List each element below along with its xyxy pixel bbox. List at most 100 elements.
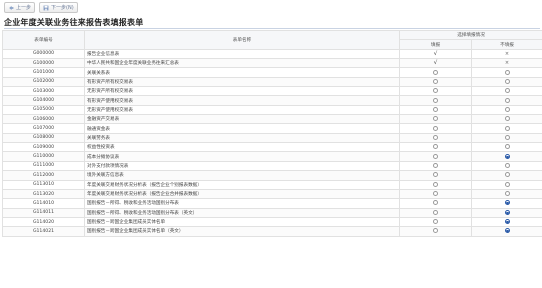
- no-fill-option-cell: [470, 179, 542, 190]
- table-row: G114011 国别报告－所得、税收和业务活动国别分布表（英文）: [2, 207, 542, 218]
- form-name-cell: 权益性投资表: [84, 142, 400, 153]
- no-fill-option-cell: [470, 188, 542, 200]
- header-form-code: 表单编号: [2, 30, 85, 50]
- no-fill-option-cell: [470, 114, 542, 125]
- form-name-cell: 报告企业信息表: [84, 48, 400, 60]
- no-fill-option-cell: [470, 207, 542, 218]
- form-code-cell: G113010: [2, 179, 85, 190]
- no-fill-radio[interactable]: [504, 153, 510, 159]
- prev-step-button[interactable]: 上一步: [4, 2, 36, 13]
- fill-option-cell: [399, 170, 472, 181]
- fill-option-cell: [399, 160, 472, 172]
- table-row: G114010 国别报告－所得、税收和业务活动国别分布表: [2, 198, 542, 209]
- form-code-cell: G106000: [2, 114, 85, 125]
- cross-icon: ×: [504, 60, 510, 67]
- fill-radio[interactable]: [433, 78, 438, 84]
- no-fill-option-cell: [470, 104, 542, 116]
- form-name-cell: 境外关联方信息表: [84, 170, 400, 181]
- no-fill-radio[interactable]: [504, 191, 510, 197]
- form-code-cell: G102000: [2, 76, 85, 88]
- no-fill-option-cell: [470, 198, 542, 209]
- no-fill-radio[interactable]: [504, 162, 510, 168]
- fill-radio[interactable]: [433, 97, 438, 103]
- form-name-cell: 年度关联交易财务状况分析表（报告企业个别报表数据）: [84, 179, 400, 190]
- table-row: G112000 境外关联方信息表: [2, 170, 542, 181]
- no-fill-option-cell: [470, 76, 542, 88]
- next-step-label: 下一步(N): [51, 5, 74, 11]
- fill-radio[interactable]: [433, 228, 438, 234]
- no-fill-radio[interactable]: [504, 181, 510, 187]
- fill-radio[interactable]: [433, 69, 438, 75]
- table-row: G105000 无形资产使用权交易表: [2, 104, 542, 116]
- fill-option-cell: [399, 86, 472, 97]
- no-fill-radio[interactable]: [504, 144, 510, 150]
- no-fill-radio[interactable]: [504, 116, 510, 122]
- form-name-cell: 关联劳务表: [84, 132, 400, 144]
- fill-option-cell: [399, 104, 472, 116]
- no-fill-radio[interactable]: [504, 125, 510, 131]
- form-code-cell: G114020: [2, 216, 85, 228]
- table-row: G108000 关联劳务表: [2, 132, 542, 144]
- table-row: G110000 成本分摊协议表: [2, 151, 542, 162]
- no-fill-radio[interactable]: [504, 69, 510, 75]
- form-name-cell: 金融资产交易表: [84, 114, 400, 125]
- form-code-cell: G113020: [2, 188, 85, 200]
- table-row: G102000 有形资产所有权交易表: [2, 76, 542, 88]
- fill-radio[interactable]: [433, 125, 438, 131]
- fill-radio[interactable]: [433, 144, 438, 150]
- fill-option-cell: [399, 132, 472, 144]
- no-fill-radio[interactable]: [504, 200, 510, 206]
- no-fill-radio[interactable]: [504, 172, 510, 178]
- no-fill-radio[interactable]: [504, 78, 510, 84]
- fill-radio[interactable]: [433, 153, 438, 159]
- form-code-cell: G110000: [2, 151, 85, 162]
- fill-radio[interactable]: [433, 134, 438, 140]
- form-code-cell: G104000: [2, 95, 85, 106]
- fill-option-cell: [399, 114, 472, 125]
- table-row: G100000 中华人民共和国企业年度关联业务往来汇总表 √ ×: [2, 58, 542, 69]
- fill-radio[interactable]: [433, 219, 438, 225]
- no-fill-radio[interactable]: [504, 219, 510, 225]
- fill-radio[interactable]: [433, 191, 438, 197]
- no-fill-option-cell: [470, 67, 542, 78]
- fill-radio[interactable]: [433, 106, 438, 112]
- no-fill-option-cell: [470, 86, 542, 97]
- form-code-cell: G103000: [2, 86, 85, 97]
- fill-radio[interactable]: [433, 172, 438, 178]
- table-row: G000000 报告企业信息表 √ ×: [2, 48, 542, 60]
- fill-radio[interactable]: [433, 116, 438, 122]
- next-step-button[interactable]: 下一步(N): [39, 2, 78, 13]
- table-row: G113010 年度关联交易财务状况分析表（报告企业个别报表数据）: [2, 179, 542, 190]
- fill-fixed-cell: √: [399, 48, 472, 60]
- form-code-cell: G108000: [2, 132, 85, 144]
- page-title: 企业年度关联业务往来报告表填报表单: [4, 18, 144, 27]
- form-code-cell: G112000: [2, 170, 85, 181]
- prev-step-label: 上一步: [16, 5, 32, 11]
- table-row: G104000 有形资产使用权交易表: [2, 95, 542, 106]
- form-name-cell: 年度关联交易财务状况分析表（报告企业合并报表数据）: [84, 188, 400, 200]
- no-fill-radio[interactable]: [504, 97, 510, 103]
- table-body: G000000 报告企业信息表 √ × G100000 中华人民共和国企业年度关联业务往来…: [2, 48, 542, 237]
- fill-radio[interactable]: [433, 209, 438, 215]
- no-fill-option-cell: [470, 216, 542, 228]
- no-fill-radio[interactable]: [504, 88, 510, 94]
- fill-radio[interactable]: [433, 162, 438, 168]
- form-code-cell: G105000: [2, 104, 85, 116]
- table-row: G114021 国别报告－跨国企业集团成员实体名单（英文）: [2, 226, 542, 237]
- no-fill-radio[interactable]: [504, 134, 510, 140]
- fill-radio[interactable]: [433, 181, 438, 187]
- form-name-cell: 中华人民共和国企业年度关联业务往来汇总表: [84, 58, 400, 69]
- fill-radio[interactable]: [433, 200, 438, 206]
- no-fill-radio[interactable]: [504, 209, 510, 215]
- form-name-cell: 国别报告－跨国企业集团成员实体名单: [84, 216, 400, 228]
- no-fill-radio[interactable]: [504, 228, 510, 234]
- checkmark-icon: √: [433, 60, 438, 67]
- table-row: G103000 无形资产所有权交易表: [2, 86, 542, 97]
- fill-option-cell: [399, 76, 472, 88]
- no-fill-radio[interactable]: [504, 106, 510, 112]
- table-row: G111000 对外支付款项情况表: [2, 160, 542, 172]
- table-row: G114020 国别报告－跨国企业集团成员实体名单: [2, 216, 542, 228]
- no-fill-option-cell: [470, 95, 542, 106]
- fill-option-cell: [399, 151, 472, 162]
- fill-radio[interactable]: [433, 88, 438, 94]
